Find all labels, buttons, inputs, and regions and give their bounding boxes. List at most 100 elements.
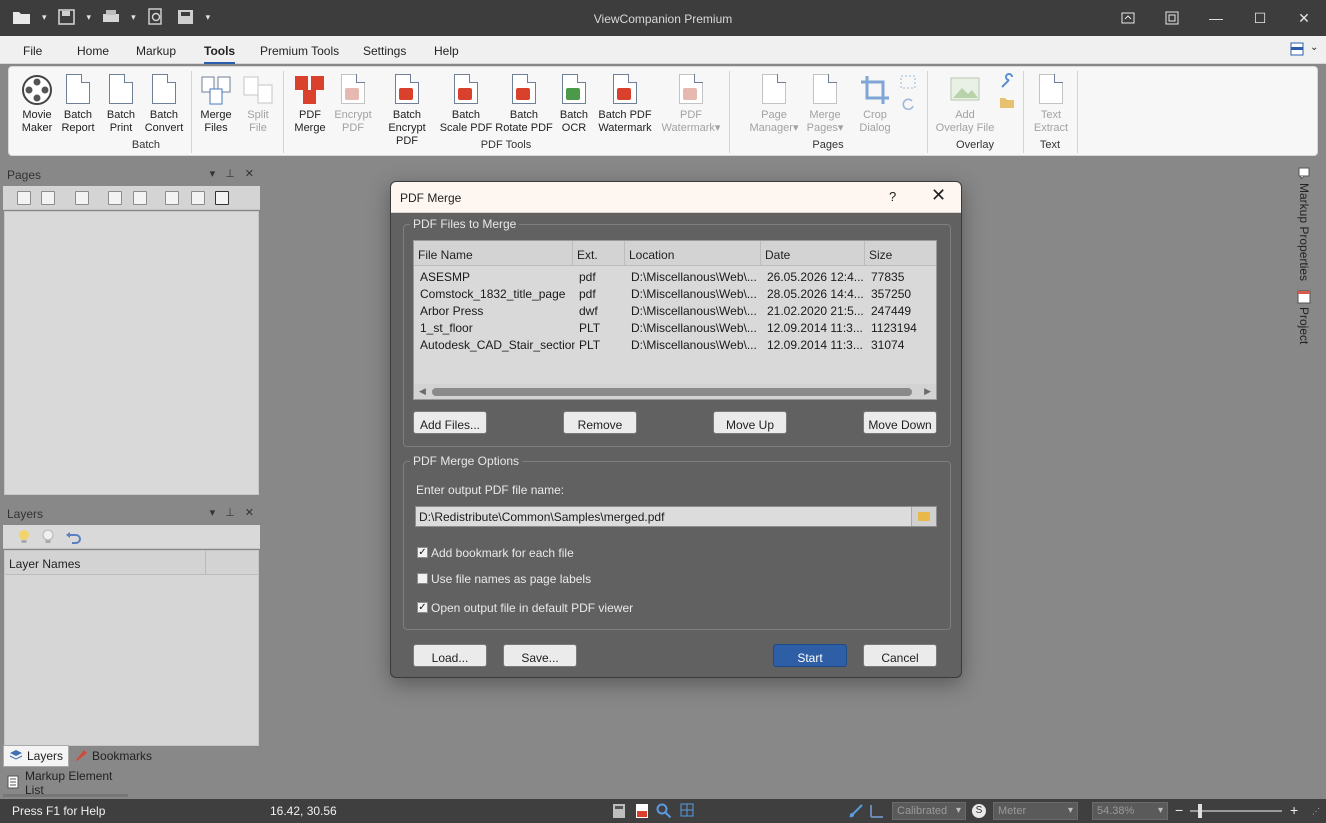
batch-pdf-watermark-button[interactable]: Batch PDF Watermark [595,72,655,135]
start-button[interactable]: Start [773,644,847,667]
rotate-icon[interactable] [900,97,916,114]
page-copy-icon[interactable] [41,191,55,205]
undo-icon[interactable] [65,530,81,547]
delete-page-icon[interactable] [108,191,122,205]
movie-maker-button[interactable]: Movie Maker [15,72,59,135]
page-properties-icon[interactable] [165,191,179,205]
full-screen-icon[interactable] [1150,0,1194,36]
tab-bookmarks[interactable]: Bookmarks [69,745,157,767]
zoom-out-button[interactable]: − [1175,802,1183,818]
batch-ocr-button[interactable]: Batch OCR [556,72,592,135]
tab-home[interactable]: Home [77,44,109,58]
browse-folder-icon[interactable] [911,507,936,526]
pages-list[interactable] [4,211,259,495]
table-row[interactable]: Arbor Press dwf D:\Miscellanous\Web\... 21.… [414,302,936,319]
close-pane-icon[interactable]: ✕ [245,506,254,519]
ribbon-collapse-icon[interactable]: ⌄ [1310,42,1318,53]
split-file-button[interactable]: Split File [238,72,278,135]
scale-icon[interactable]: S [972,804,986,818]
save-settings-button[interactable]: Save... [503,644,577,667]
pane-menu-icon[interactable]: ▾ [210,506,216,519]
close-pane-icon[interactable]: ✕ [245,167,254,180]
light-bulb-off-icon[interactable] [41,529,55,548]
pin-icon[interactable]: ⊥ [225,506,235,519]
batch-report-button[interactable]: Batch Report [58,72,98,135]
minimize-icon[interactable]: — [1194,0,1238,36]
resize-grip-icon[interactable]: ⋰ [1312,807,1320,816]
delete-pages-icon[interactable] [133,191,147,205]
zoom-in-button[interactable]: + [1290,802,1298,818]
restore-layout-icon[interactable] [1106,0,1150,36]
markup-element-list-tab[interactable]: Markup Element List [3,769,128,797]
text-extract-button[interactable]: Text Extract [1029,72,1073,135]
table-row[interactable]: Autodesk_CAD_Stair_section PLT D:\Miscella… [414,336,936,353]
zoom-slider-track[interactable] [1190,810,1282,812]
light-bulb-on-icon[interactable] [17,529,31,548]
batch-rotate-pdf-button[interactable]: Batch Rotate PDF [494,72,554,135]
column-ext[interactable]: Ext. [573,241,625,266]
load-button[interactable]: Load... [413,644,487,667]
scroll-right-icon[interactable]: ▶ [924,386,931,397]
add-page-icon[interactable] [75,191,89,205]
maximize-icon[interactable]: ☐ [1238,0,1282,36]
pane-menu-icon[interactable]: ▾ [210,167,216,180]
page-icon[interactable] [17,191,31,205]
thumbnail-view-icon[interactable] [215,191,229,205]
layer-names-column[interactable]: Layer Names [9,557,80,571]
scrollbar-thumb[interactable] [432,388,912,396]
grid-icon[interactable] [680,803,694,820]
add-files-button[interactable]: Add Files... [413,411,487,434]
layers-list[interactable]: Layer Names [4,550,259,746]
close-window-icon[interactable]: ✕ [1282,0,1326,36]
zoom-slider-thumb[interactable] [1198,804,1202,818]
calibrate-icon[interactable] [869,803,885,822]
pane-splitter[interactable] [3,794,128,797]
batch-scale-pdf-button[interactable]: Batch Scale PDF [439,72,493,135]
column-location[interactable]: Location [625,241,761,266]
overlay-folder-icon[interactable] [999,95,1015,112]
pdf-watermark-button[interactable]: PDF Watermark▾ [657,72,725,135]
wrench-icon[interactable] [999,73,1015,92]
pdf-merge-button[interactable]: PDF Merge [290,72,330,135]
add-overlay-file-button[interactable]: Add Overlay File [933,72,997,135]
bookmark-checkbox[interactable]: ✓ [417,547,428,558]
open-output-checkbox-label[interactable]: Open output file in default PDF viewer [431,601,633,615]
measure-icon[interactable] [848,803,864,822]
horizontal-scrollbar[interactable]: ◀ ▶ [414,384,936,399]
select-area-icon[interactable] [900,75,916,92]
table-row[interactable]: Comstock_1832_title_page pdf D:\Miscellano… [414,285,936,302]
tab-layers[interactable]: Layers [3,745,70,767]
encrypt-pdf-button[interactable]: Encrypt PDF [331,72,375,135]
help-button[interactable]: ? [889,189,896,204]
tab-file[interactable]: File [23,44,42,58]
scroll-left-icon[interactable]: ◀ [419,386,426,397]
column-date[interactable]: Date [761,241,865,266]
calculator-icon[interactable] [612,803,626,822]
table-row[interactable]: ASESMP pdf D:\Miscellanous\Web\... 26.05.20… [414,268,936,285]
search-icon[interactable] [656,803,672,822]
column-size[interactable]: Size [865,241,936,266]
page-labels-checkbox-label[interactable]: Use file names as page labels [431,572,591,586]
column-file-name[interactable]: File Name [414,241,573,266]
project-tab[interactable]: Project [1297,307,1311,344]
files-list[interactable]: File Name Ext. Location Date Size ASESMP… [413,240,937,400]
pdf-icon[interactable] [635,803,649,822]
cancel-button[interactable]: Cancel [863,644,937,667]
markup-properties-tab[interactable]: Markup Properties [1297,183,1311,281]
close-dialog-icon[interactable]: ✕ [931,185,946,206]
tab-premium-tools[interactable]: Premium Tools [260,44,339,58]
batch-print-button[interactable]: Batch Print [101,72,141,135]
table-row[interactable]: 1_st_floor PLT D:\Miscellanous\Web\... 12.0… [414,319,936,336]
bookmark-checkbox-label[interactable]: Add bookmark for each file [431,546,574,560]
crop-dialog-button[interactable]: Crop Dialog [855,72,895,135]
open-output-checkbox[interactable]: ✓ [417,602,428,613]
tab-help[interactable]: Help [434,44,459,58]
pin-icon[interactable]: ⊥ [225,167,235,180]
page-manager-button[interactable]: Page Manager▾ [744,72,804,135]
batch-encrypt-pdf-button[interactable]: Batch Encrypt PDF [376,72,438,148]
page-labels-checkbox[interactable] [417,573,428,584]
calibration-select[interactable]: Calibrated [892,802,966,820]
tab-markup[interactable]: Markup [136,44,176,58]
zoom-select[interactable]: 54.38% [1092,802,1168,820]
move-up-button[interactable]: Move Up [713,411,787,434]
